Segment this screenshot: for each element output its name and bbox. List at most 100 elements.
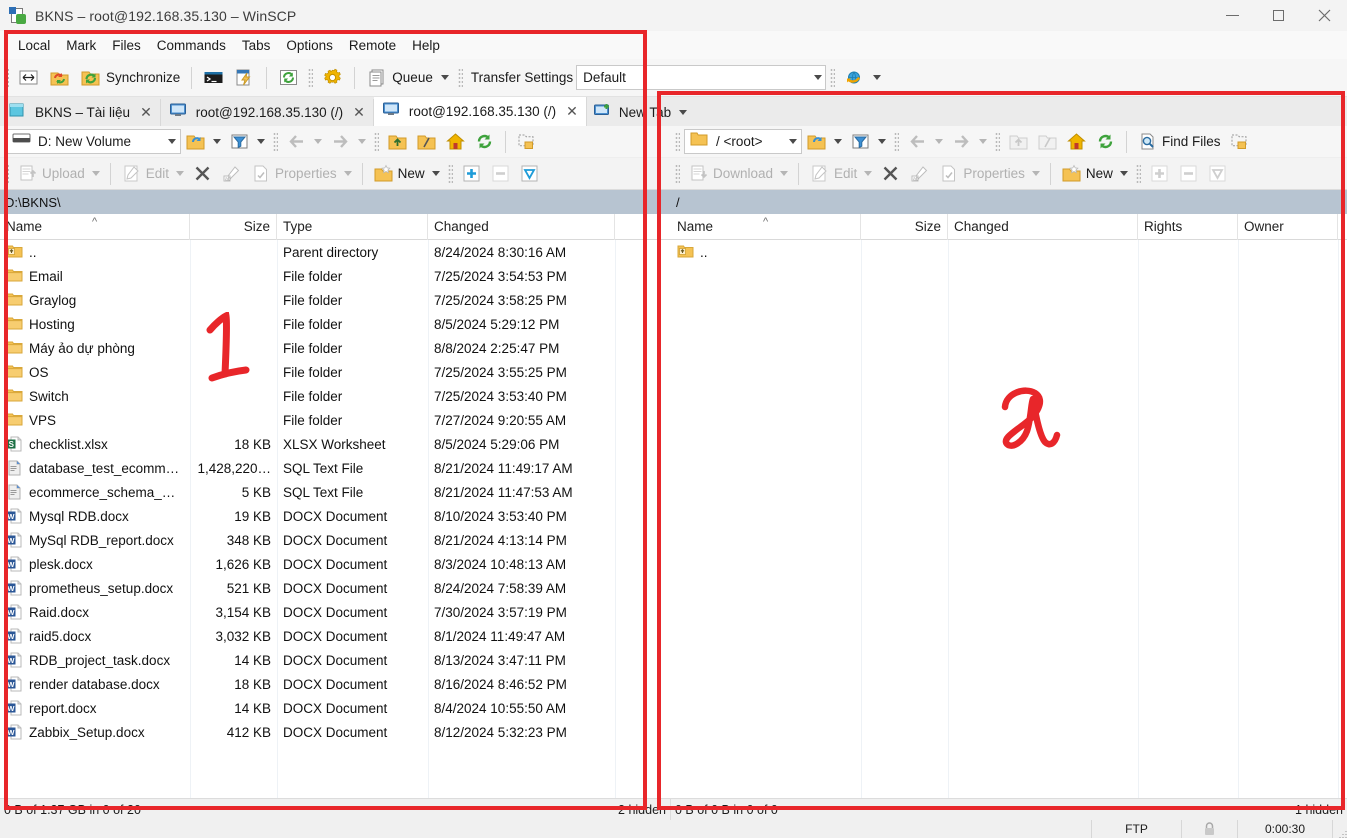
column-header-changed[interactable]: Changed bbox=[428, 213, 615, 240]
chevron-down-icon[interactable] bbox=[807, 66, 825, 89]
refresh-button[interactable] bbox=[470, 128, 499, 156]
chevron-down-icon[interactable] bbox=[1119, 171, 1128, 176]
filter-button[interactable] bbox=[225, 128, 269, 156]
toolbar-grip[interactable] bbox=[4, 67, 9, 88]
edit-button[interactable]: Edit bbox=[805, 160, 876, 188]
rename-button[interactable]: ab bbox=[905, 160, 934, 188]
chevron-down-icon[interactable] bbox=[213, 139, 221, 144]
column-header-name[interactable]: Name ^ bbox=[0, 213, 190, 240]
toolbar-grip[interactable] bbox=[995, 131, 1000, 152]
column-header-size[interactable]: Size bbox=[190, 213, 277, 240]
parent-directory-button[interactable] bbox=[383, 128, 412, 156]
chevron-down-icon[interactable] bbox=[440, 75, 449, 80]
close-button[interactable] bbox=[1301, 0, 1347, 31]
delete-button[interactable] bbox=[876, 160, 905, 188]
open-terminal-button[interactable] bbox=[198, 64, 229, 92]
resize-grip[interactable] bbox=[1333, 820, 1347, 838]
table-row[interactable]: W Mysql RDB.docx 19 KB DOCX Document 8/10/20… bbox=[0, 504, 671, 528]
table-row[interactable]: W RDB_project_task.docx 14 KB DOCX Document… bbox=[0, 648, 671, 672]
column-header-rights[interactable]: Rights bbox=[1138, 213, 1238, 240]
rename-button[interactable]: ab bbox=[217, 160, 246, 188]
column-header-type[interactable]: Type bbox=[277, 213, 428, 240]
menu-help[interactable]: Help bbox=[404, 35, 448, 56]
chevron-down-icon[interactable] bbox=[878, 139, 886, 144]
maximize-button[interactable] bbox=[1255, 0, 1301, 31]
chevron-down-icon[interactable] bbox=[873, 75, 882, 80]
transfer-preset-button[interactable] bbox=[839, 64, 886, 92]
queue-button[interactable]: Queue bbox=[361, 64, 454, 92]
home-directory-button[interactable] bbox=[1062, 128, 1091, 156]
select-less-button[interactable] bbox=[1174, 160, 1203, 188]
chevron-down-icon[interactable] bbox=[979, 139, 987, 144]
table-row[interactable]: Wprometheus_setup.docx 521 KB DOCX Documen… bbox=[0, 576, 671, 600]
menu-local[interactable]: Local bbox=[10, 35, 58, 56]
split-panels-button[interactable] bbox=[13, 64, 44, 92]
toolbar-grip[interactable] bbox=[675, 163, 680, 184]
refresh-button[interactable] bbox=[1091, 128, 1120, 156]
parent-directory-button[interactable] bbox=[1004, 128, 1033, 156]
menu-commands[interactable]: Commands bbox=[149, 35, 234, 56]
upload-button[interactable]: Upload bbox=[13, 160, 104, 188]
chevron-down-icon[interactable] bbox=[935, 139, 943, 144]
transfer-settings-combo[interactable]: Default bbox=[576, 65, 827, 90]
toolbar-grip[interactable] bbox=[675, 131, 680, 152]
table-row[interactable]: Email File folder 7/25/2024 3:54:53 PM bbox=[0, 264, 671, 288]
table-row[interactable]: database_test_ecomm… 1,428,220… SQL Text F… bbox=[0, 456, 671, 480]
select-all-button[interactable] bbox=[515, 160, 544, 188]
toolbar-grip[interactable] bbox=[830, 67, 836, 88]
menu-mark[interactable]: Mark bbox=[58, 35, 104, 56]
table-row[interactable]: OS File folder 7/25/2024 3:55:25 PM bbox=[0, 360, 671, 384]
chevron-down-icon[interactable] bbox=[679, 110, 688, 115]
chevron-down-icon[interactable] bbox=[314, 139, 322, 144]
chevron-down-icon[interactable] bbox=[343, 171, 352, 176]
toolbar-grip[interactable] bbox=[308, 67, 314, 88]
table-row[interactable]: W Zabbix_Setup.docx 412 KB DOCX Document 8/1… bbox=[0, 720, 671, 744]
new-tab-button[interactable]: New Tab bbox=[587, 99, 693, 126]
new-button[interactable]: New bbox=[369, 160, 444, 188]
delete-button[interactable] bbox=[188, 160, 217, 188]
remote-file-list[interactable]: .. bbox=[671, 240, 1347, 800]
tab-close-icon[interactable]: ✕ bbox=[140, 104, 152, 121]
remote-root-combo[interactable]: / <root> bbox=[684, 129, 802, 154]
find-files-button[interactable]: Find Files bbox=[1133, 128, 1225, 156]
select-less-button[interactable] bbox=[486, 160, 515, 188]
synchronize-browsing-button[interactable] bbox=[44, 64, 75, 92]
properties-button[interactable]: Properties bbox=[246, 160, 356, 188]
toolbar-grip[interactable] bbox=[894, 131, 899, 152]
drive-combo[interactable]: D: New Volume bbox=[6, 129, 181, 154]
table-row[interactable]: W Raid.docx 3,154 KB DOCX Document 7/30/2024… bbox=[0, 600, 671, 624]
column-header-size[interactable]: Size bbox=[861, 213, 948, 240]
menu-files[interactable]: Files bbox=[104, 35, 149, 56]
remote-path-bar[interactable]: / bbox=[671, 190, 1347, 214]
local-file-list[interactable]: .. Parent directory 8/24/2024 8:30:16 AM Em… bbox=[0, 240, 671, 800]
put-command-button[interactable] bbox=[229, 64, 260, 92]
table-row[interactable]: Switch File folder 7/25/2024 3:53:40 PM bbox=[0, 384, 671, 408]
menu-options[interactable]: Options bbox=[278, 35, 341, 56]
toolbar-grip[interactable] bbox=[374, 131, 379, 152]
synchronize-button[interactable]: Synchronize bbox=[75, 64, 185, 92]
select-more-button[interactable] bbox=[1145, 160, 1174, 188]
chevron-down-icon[interactable] bbox=[176, 171, 185, 176]
forward-button[interactable] bbox=[326, 128, 370, 156]
table-row[interactable]: Graylog File folder 7/25/2024 3:58:25 PM bbox=[0, 288, 671, 312]
table-row[interactable]: Hosting File folder 8/5/2024 5:29:12 PM bbox=[0, 312, 671, 336]
new-button[interactable]: New bbox=[1057, 160, 1132, 188]
open-directory-button[interactable] bbox=[181, 128, 225, 156]
chevron-down-icon[interactable] bbox=[834, 139, 842, 144]
column-header-owner[interactable]: Owner bbox=[1238, 213, 1338, 240]
table-row[interactable]: ecommerce_schema_… 5 KB SQL Text File 8/21/… bbox=[0, 480, 671, 504]
root-directory-button[interactable] bbox=[1033, 128, 1062, 156]
table-row[interactable]: Wraid5.docx 3,032 KB DOCX Document 8/1/2024… bbox=[0, 624, 671, 648]
chevron-down-icon[interactable] bbox=[358, 139, 366, 144]
toolbar-grip[interactable] bbox=[447, 163, 453, 184]
chevron-down-icon[interactable] bbox=[780, 171, 789, 176]
minimize-button[interactable] bbox=[1209, 0, 1255, 31]
chevron-down-icon[interactable] bbox=[160, 130, 180, 153]
tab-bkns-tai-lieu[interactable]: BKNS – Tài liệu ✕ bbox=[0, 99, 161, 126]
table-row[interactable]: Wplesk.docx 1,626 KB DOCX Document 8/3/2024… bbox=[0, 552, 671, 576]
filter-button[interactable] bbox=[846, 128, 890, 156]
properties-button[interactable]: Properties bbox=[934, 160, 1044, 188]
tab-remote-1[interactable]: root@192.168.35.130 (/) ✕ bbox=[160, 99, 374, 126]
table-row[interactable]: Máy ảo dự phòng File folder 8/8/2024 2:25:… bbox=[0, 336, 671, 360]
local-path-bar[interactable]: D:\BKNS\ bbox=[0, 190, 671, 214]
